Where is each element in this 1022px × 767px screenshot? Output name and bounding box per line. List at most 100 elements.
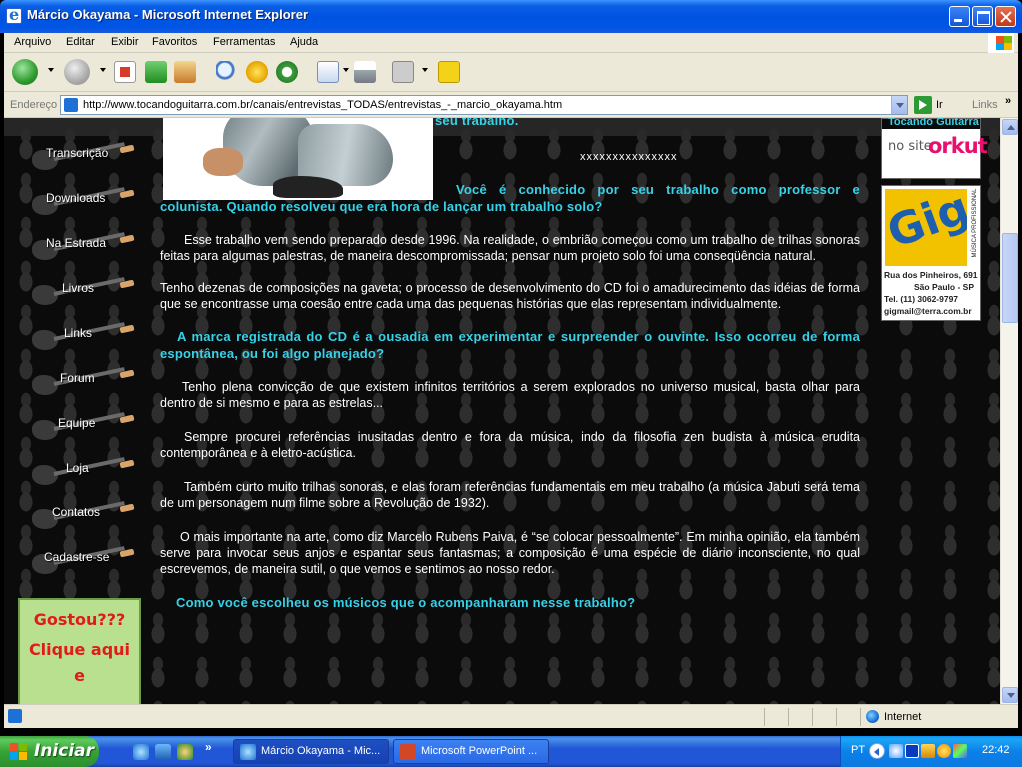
edit-dropdown-icon[interactable] [422, 68, 428, 72]
print-icon[interactable] [354, 61, 376, 83]
tray-media-icon[interactable] [905, 744, 919, 758]
standard-toolbar [4, 53, 1018, 92]
nav-item-loja[interactable]: Loja [32, 455, 135, 491]
windows-logo-icon [988, 33, 1014, 53]
task-powerpoint-window[interactable]: Microsoft PowerPoint ... [393, 739, 549, 764]
go-button[interactable]: Ir [936, 99, 943, 111]
address-input[interactable]: http://www.tocandoguitarra.com.br/canais… [60, 95, 908, 115]
nav-label[interactable]: Cadastre-se [44, 550, 109, 564]
question-2: A marca registrada do CD é a ousadia em … [160, 329, 860, 361]
vertical-scrollbar[interactable] [1000, 118, 1018, 704]
menu-arquivo[interactable]: Arquivo [14, 36, 51, 48]
nav-item-links[interactable]: Links [32, 320, 135, 356]
partial-heading: seu trabalho. [435, 118, 519, 128]
task-label[interactable]: Microsoft PowerPoint ... [421, 745, 537, 757]
powerpoint-task-icon [400, 744, 416, 760]
refresh-icon[interactable] [145, 61, 167, 83]
stop-icon[interactable] [114, 61, 136, 83]
security-zone: Internet [884, 711, 922, 723]
globe-icon [866, 710, 879, 723]
language-indicator[interactable]: PT [851, 744, 865, 756]
orkut-banner[interactable]: Tocando Guitarra no site orkut [881, 118, 988, 179]
nav-label[interactable]: Loja [66, 461, 89, 475]
favorites-icon[interactable] [246, 61, 268, 83]
messenger-icon[interactable] [438, 61, 460, 83]
nav-item-downloads[interactable]: Downloads [32, 185, 135, 221]
quicklaunch-outlook-icon[interactable] [155, 744, 171, 760]
nav-item-livros[interactable]: Livros [32, 275, 135, 311]
tray-messenger-icon[interactable] [937, 744, 951, 758]
gig-banner[interactable]: MÚSICA PROFISSIONAL Rua dos Pinheiros, 6… [881, 185, 981, 321]
ie-task-icon [240, 744, 256, 760]
mail-icon[interactable] [317, 61, 339, 83]
question-3: Como você escolheu os músicos que o acom… [176, 595, 636, 610]
mail-dropdown-icon[interactable] [343, 68, 349, 72]
back-dropdown-icon[interactable] [48, 68, 54, 72]
forward-dropdown-icon[interactable] [100, 68, 106, 72]
nav-label[interactable]: Forum [60, 371, 95, 385]
scroll-thumb[interactable] [1002, 233, 1018, 323]
promo-banner[interactable]: Gostou??? Clique aqui e [18, 598, 141, 704]
task-label[interactable]: Márcio Okayama - Mic... [261, 745, 380, 757]
scroll-down-icon[interactable] [1002, 687, 1018, 703]
quicklaunch-messenger-icon[interactable] [177, 744, 193, 760]
tray-star-icon[interactable] [889, 744, 903, 758]
quicklaunch-more-icon[interactable]: » [205, 740, 212, 754]
ie-app-icon[interactable] [6, 5, 22, 24]
menu-ferramentas[interactable]: Ferramentas [213, 36, 275, 48]
tray-network-icon[interactable] [921, 744, 935, 758]
nav-item-na-estrada[interactable]: Na Estrada [32, 230, 135, 266]
tray-expand-icon[interactable] [869, 743, 885, 759]
minimize-button[interactable] [949, 6, 970, 27]
nav-label[interactable]: Downloads [46, 191, 105, 205]
orkut-logo: orkut [928, 134, 988, 158]
nav-label[interactable]: Links [64, 326, 92, 340]
scroll-up-icon[interactable] [1002, 119, 1018, 135]
links-more-icon[interactable]: » [1005, 95, 1011, 107]
title-bar[interactable]: Márcio Okayama - Microsoft Internet Expl… [0, 0, 1022, 33]
answer-2b: Sempre procurei referências inusitadas d… [160, 430, 860, 460]
menu-favoritos[interactable]: Favoritos [152, 36, 197, 48]
nav-item-forum[interactable]: Forum [32, 365, 135, 401]
menu-editar[interactable]: Editar [66, 36, 95, 48]
home-icon[interactable] [174, 61, 196, 83]
gig-email: gigmail@terra.com.br [884, 306, 972, 316]
tray-security-icon[interactable] [953, 744, 967, 758]
orkut-site-text: no site [888, 139, 932, 154]
maximize-button[interactable] [972, 6, 993, 27]
start-label[interactable]: Iniciar [34, 741, 94, 761]
answer-2d: O mais importante na arte, como diz Marc… [160, 530, 860, 576]
clock[interactable]: 22:42 [982, 744, 1010, 756]
nav-label[interactable]: Transcrição [46, 146, 108, 160]
page-status-icon [8, 709, 22, 723]
nav-item-contatos[interactable]: Contatos [32, 499, 135, 535]
task-ie-window[interactable]: Márcio Okayama - Mic... [233, 739, 389, 764]
nav-item-equipe[interactable]: Equipe [32, 410, 135, 446]
edit-icon[interactable] [392, 61, 414, 83]
start-button[interactable]: Iniciar [0, 736, 99, 767]
search-icon[interactable] [216, 61, 238, 83]
gig-address-line-2: São Paulo - SP [914, 282, 974, 292]
forward-icon[interactable] [64, 59, 90, 85]
menu-exibir[interactable]: Exibir [111, 36, 139, 48]
menu-ajuda[interactable]: Ajuda [290, 36, 318, 48]
go-arrow-icon[interactable] [914, 96, 932, 114]
nav-label[interactable]: Contatos [52, 505, 100, 519]
nav-label[interactable]: Equipe [58, 416, 95, 430]
history-icon[interactable] [276, 61, 298, 83]
nav-label[interactable]: Livros [62, 281, 94, 295]
address-url[interactable]: http://www.tocandoguitarra.com.br/canais… [83, 99, 562, 111]
quicklaunch-ie-icon[interactable] [133, 744, 149, 760]
back-icon[interactable] [12, 59, 38, 85]
answer-2: Tenho plena convicção de que existem inf… [160, 380, 860, 410]
orkut-brand: Tocando Guitarra [888, 118, 979, 128]
nav-item-transcricao[interactable]: Transcrição [32, 140, 135, 176]
links-button[interactable]: Links [972, 99, 998, 111]
nav-item-cadastre-se[interactable]: Cadastre-se [32, 544, 135, 580]
promo-line-1: Gostou??? [33, 610, 126, 629]
answer-1b: Tenho dezenas de composições na gaveta; … [160, 281, 860, 311]
address-dropdown-icon[interactable] [891, 96, 907, 114]
close-button[interactable] [995, 6, 1016, 27]
nav-label[interactable]: Na Estrada [46, 236, 106, 250]
window-title: Márcio Okayama - Microsoft Internet Expl… [27, 7, 309, 22]
